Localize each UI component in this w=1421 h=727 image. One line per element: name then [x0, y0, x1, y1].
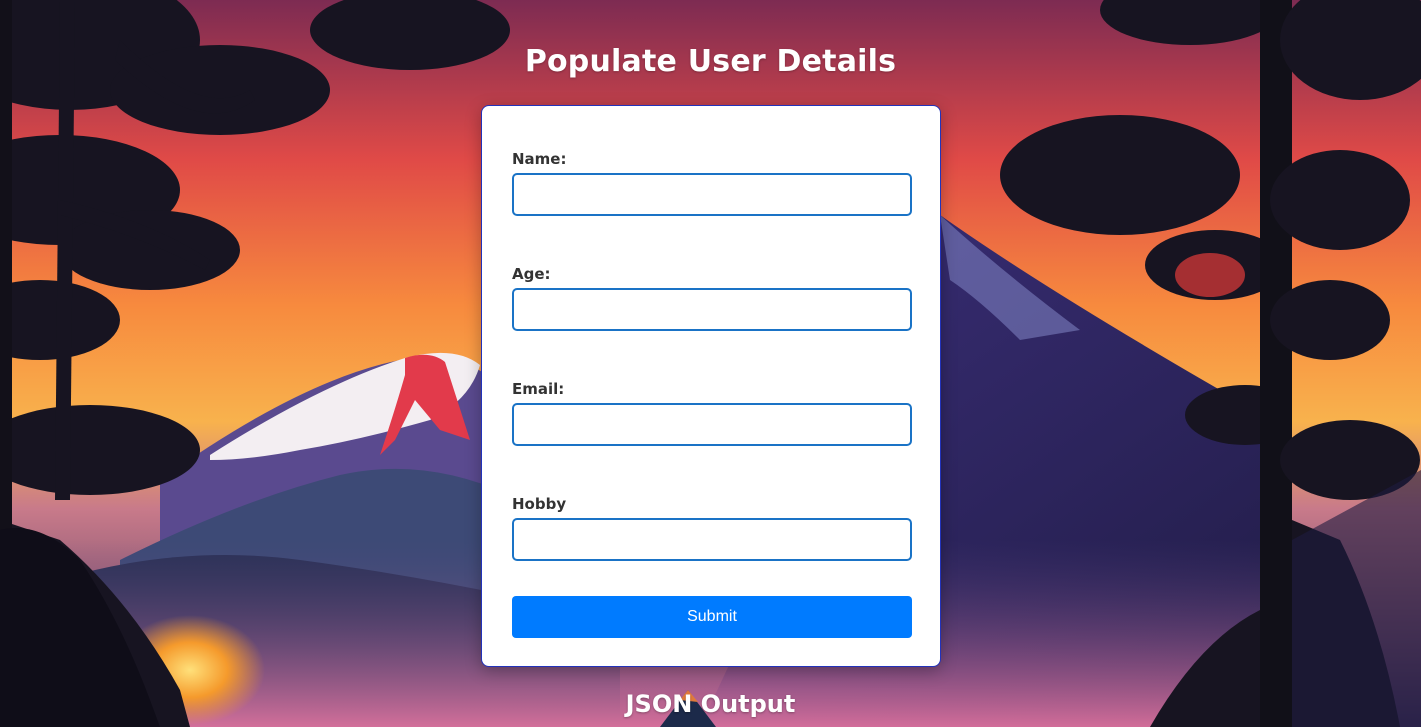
page-title: Populate User Details: [524, 44, 897, 79]
age-label: Age:: [512, 265, 551, 283]
hobby-input[interactable]: [512, 518, 912, 561]
name-input[interactable]: [512, 173, 912, 216]
name-label: Name:: [512, 150, 567, 168]
email-input[interactable]: [512, 403, 912, 446]
age-input[interactable]: [512, 288, 912, 331]
user-details-form: Name: Age: Email: Hobby Submit: [481, 105, 941, 667]
json-output-heading: JSON Output: [625, 690, 796, 718]
submit-button[interactable]: Submit: [512, 596, 912, 638]
email-label: Email:: [512, 380, 565, 398]
hobby-label: Hobby: [512, 495, 567, 513]
